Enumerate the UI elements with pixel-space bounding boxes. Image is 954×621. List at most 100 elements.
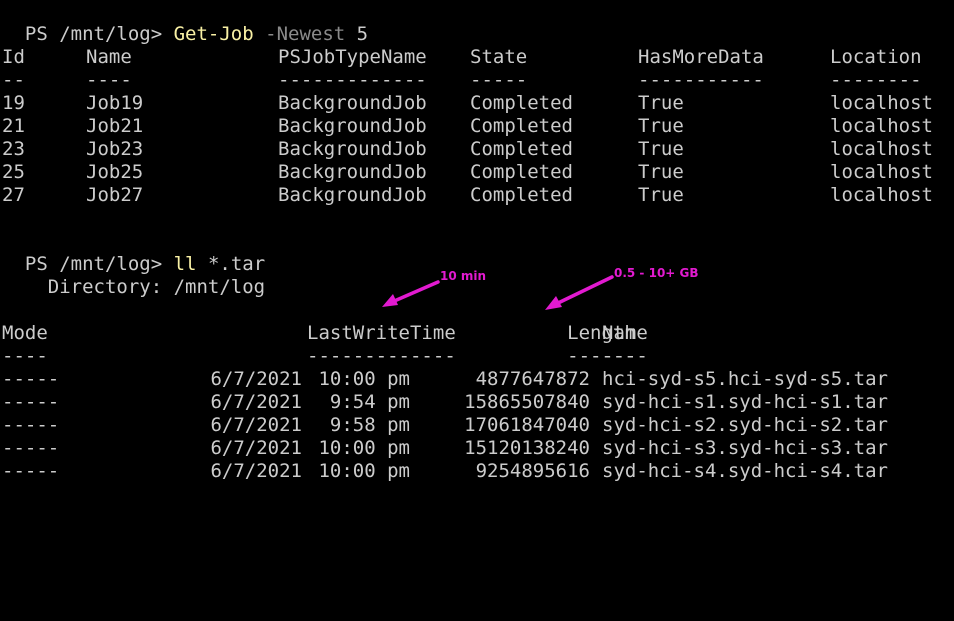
job-id: 23 [2, 138, 25, 160]
file-mode: ----- [2, 437, 60, 459]
col-header-name: Name [602, 322, 648, 344]
job-name: Job23 [86, 138, 144, 160]
col-header-id: Id [2, 46, 25, 68]
job-type: BackgroundJob [278, 92, 427, 114]
file-length: 4877647872 [475, 368, 590, 390]
file-date: 6/7/2021 [210, 437, 302, 459]
col-header-state: State [470, 46, 528, 68]
job-has-more-data: True [638, 138, 684, 160]
file-date: 6/7/2021 [210, 414, 302, 436]
file-mode: ----- [2, 368, 60, 390]
file-mode: ----- [2, 460, 60, 482]
file-date: 6/7/2021 [210, 391, 302, 413]
prompt: PS /mnt/log> [24, 23, 174, 45]
table-row: 23 Job23 BackgroundJob Completed True lo… [2, 138, 933, 161]
table-row: ----- 6/7/2021 9:58 pm 17061847040 syd-h… [2, 414, 888, 437]
command-argument: *.tar [207, 253, 266, 275]
job-location: localhost [830, 184, 933, 206]
size-annotation: 0.5 - 10+ GB [614, 266, 699, 280]
job-name: Job21 [86, 115, 144, 137]
job-name: Job27 [86, 184, 144, 206]
separator: ---- [86, 69, 132, 91]
file-time: 9:54 pm [329, 391, 410, 413]
table-row: ----- 6/7/2021 10:00 pm 9254895616 syd-h… [2, 460, 888, 483]
command-name: Get-Job [173, 23, 254, 45]
separator: ------------- [278, 69, 427, 91]
job-location: localhost [830, 138, 933, 160]
job-state: Completed [470, 184, 573, 206]
col-header-mode: Mode [2, 322, 48, 344]
table-row: 21 Job21 BackgroundJob Completed True lo… [2, 115, 933, 138]
file-name: syd-hci-s4.syd-hci-s4.tar [602, 460, 888, 482]
separator: ---- [2, 345, 48, 367]
col-header-name: Name [86, 46, 132, 68]
job-type: BackgroundJob [278, 161, 427, 183]
time-annotation: 10 min [440, 269, 487, 283]
file-table-separator: ---- ------------- ------ ---- [2, 345, 648, 368]
job-id: 25 [2, 161, 25, 183]
prompt-line-ll: PS /mnt/log> ll *.tar [2, 230, 265, 275]
table-row: ----- 6/7/2021 10:00 pm 15120138240 syd-… [2, 437, 888, 460]
job-has-more-data: True [638, 92, 684, 114]
file-name: syd-hci-s1.syd-hci-s1.tar [602, 391, 888, 413]
table-row: 19 Job19 BackgroundJob Completed True lo… [2, 92, 933, 115]
separator: -- [2, 69, 25, 91]
table-row: ----- 6/7/2021 10:00 pm 4877647872 hci-s… [2, 368, 888, 391]
command-name: ll [173, 253, 197, 275]
file-time: 10:00 pm [318, 460, 410, 482]
table-row: ----- 6/7/2021 9:54 pm 15865507840 syd-h… [2, 391, 888, 414]
file-length: 9254895616 [475, 460, 590, 482]
file-length: 15865507840 [464, 391, 590, 413]
separator: ------------- [307, 345, 456, 367]
col-header-lastwritetime: LastWriteTime [307, 322, 456, 344]
job-has-more-data: True [638, 184, 684, 206]
job-type: BackgroundJob [278, 184, 427, 206]
separator: ---- [602, 345, 648, 367]
job-name: Job19 [86, 92, 144, 114]
directory-label: Directory: /mnt/log [2, 276, 266, 298]
file-date: 6/7/2021 [210, 368, 302, 390]
file-time: 10:00 pm [318, 437, 410, 459]
prompt: PS /mnt/log> [24, 253, 174, 275]
job-name: Job25 [86, 161, 144, 183]
job-state: Completed [470, 115, 573, 137]
command-argument: 5 [356, 23, 369, 45]
table-row: 27 Job27 BackgroundJob Completed True lo… [2, 184, 933, 207]
table-row: 25 Job25 BackgroundJob Completed True lo… [2, 161, 933, 184]
file-time: 10:00 pm [318, 368, 410, 390]
file-mode: ----- [2, 391, 60, 413]
col-header-hasmoredata: HasMoreData [638, 46, 764, 68]
job-location: localhost [830, 161, 933, 183]
separator: ----------- [638, 69, 764, 91]
separator: -------- [830, 69, 922, 91]
arrow-icon [382, 280, 440, 307]
file-mode: ----- [2, 414, 60, 436]
file-time: 9:58 pm [329, 414, 410, 436]
col-header-location: Location [830, 46, 922, 68]
job-type: BackgroundJob [278, 138, 427, 160]
job-has-more-data: True [638, 161, 684, 183]
job-state: Completed [470, 92, 573, 114]
job-table-header: Id Name PSJobTypeName State HasMoreData … [2, 46, 922, 69]
command-parameter: -Newest [265, 23, 346, 45]
job-id: 27 [2, 184, 25, 206]
job-location: localhost [830, 115, 933, 137]
job-type: BackgroundJob [278, 115, 427, 137]
job-id: 19 [2, 92, 25, 114]
file-name: hci-syd-s5.hci-syd-s5.tar [602, 368, 888, 390]
job-id: 21 [2, 115, 25, 137]
separator: ----- [470, 69, 528, 91]
file-table-header: Mode LastWriteTime Length Name [2, 322, 648, 345]
job-state: Completed [470, 138, 573, 160]
job-table-separator: -- ---- ------------- ----- ----------- … [2, 69, 922, 92]
job-has-more-data: True [638, 115, 684, 137]
prompt-line-get-job: PS /mnt/log> Get-Job -Newest 5 [2, 0, 368, 45]
file-name: syd-hci-s2.syd-hci-s2.tar [602, 414, 888, 436]
file-name: syd-hci-s3.syd-hci-s3.tar [602, 437, 888, 459]
col-header-psjobtypename: PSJobTypeName [278, 46, 427, 68]
job-location: localhost [830, 92, 933, 114]
file-date: 6/7/2021 [210, 460, 302, 482]
arrow-icon [545, 275, 614, 310]
job-state: Completed [470, 161, 573, 183]
file-length: 15120138240 [464, 437, 590, 459]
